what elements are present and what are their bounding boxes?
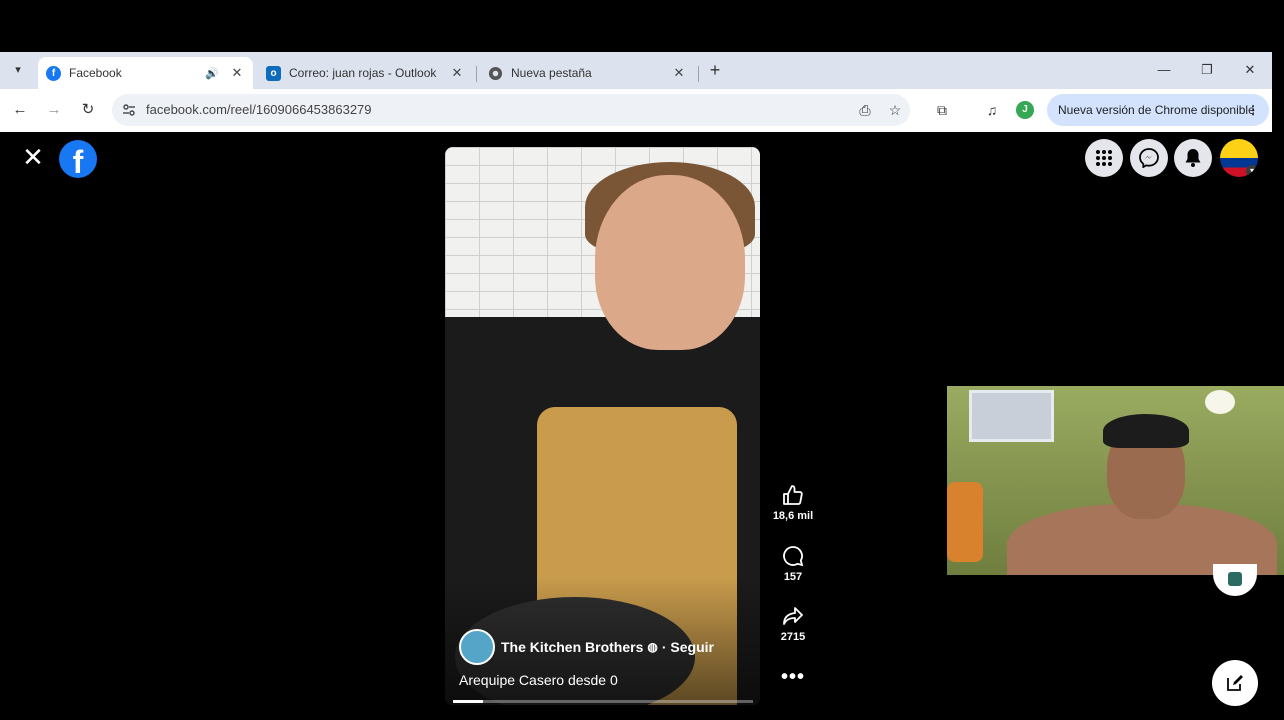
tab-search-button[interactable]: ▾ [8,60,28,80]
new-message-button[interactable] [1212,660,1258,706]
chrome-update-button[interactable]: Nueva versión de Chrome disponible ⋮ [1047,94,1269,126]
like-button[interactable]: 18,6 mil [770,482,816,522]
author-name[interactable]: The Kitchen Brothers [501,639,643,655]
browser-toolbar: ← → ↻ facebook.com/reel/1609066453863279… [0,89,1272,132]
webcam-orange-object [947,482,983,562]
tab-separator [476,66,477,82]
thumbs-up-icon [770,482,816,508]
media-controls-icon[interactable]: ♫ [983,101,1001,119]
bookmark-star-icon[interactable]: ☆ [887,102,903,118]
reel-caption: Arequipe Casero desde 0 [459,672,618,688]
notifications-bell-icon[interactable] [1174,139,1212,177]
video-person-face [595,175,745,350]
close-reel-icon[interactable]: ✕ [22,144,44,170]
new-tab-icon[interactable]: + [706,61,724,79]
comment-count: 157 [783,571,803,583]
install-app-icon[interactable]: ⎙ [857,102,873,118]
facebook-reel-page: ✕ f ▾ The Kitchen Brothers ◍ · Seguir Ar… [0,132,1284,720]
address-bar[interactable]: facebook.com/reel/1609066453863279 ⎙ ☆ [112,94,910,126]
tab-title: Nueva pestaña [511,66,592,80]
like-count: 18,6 mil [772,510,814,522]
webcam-overlay [947,386,1284,575]
tab-close-icon[interactable]: ✕ [449,65,465,81]
share-button[interactable]: 2715 [770,603,816,643]
tab-close-icon[interactable]: ✕ [671,65,687,81]
webcam-light [1205,390,1235,414]
more-options-icon[interactable]: ••• [770,666,816,689]
chrome-favicon-icon [488,66,503,81]
webcam-person-hair [1103,414,1189,448]
globe-icon: ◍ [647,640,658,654]
forward-arrow-icon[interactable]: → [45,101,63,119]
reload-icon[interactable]: ↻ [79,101,97,119]
chat-avatar-icon [1228,572,1242,586]
window-close-icon[interactable]: ✕ [1242,62,1258,78]
minimize-icon[interactable]: — [1156,62,1172,77]
back-arrow-icon[interactable]: ← [11,101,29,119]
tab-close-icon[interactable]: ✕ [229,65,245,81]
screen-top-bar [0,0,1284,52]
menu-grid-icon[interactable] [1085,139,1123,177]
contacts-chat-button[interactable] [1213,564,1257,596]
reel-video[interactable]: The Kitchen Brothers ◍ · Seguir Arequipe… [445,147,760,705]
restore-icon[interactable]: ❐ [1199,62,1215,78]
profile-avatar[interactable]: J [1016,101,1034,119]
facebook-favicon-icon: f [46,65,61,81]
menu-dots-icon[interactable]: ⋮ [1247,94,1259,126]
tab-title: Facebook [69,66,122,80]
tab-separator [698,66,699,82]
chevron-down-icon: ▾ [1246,165,1258,177]
webcam-cabinet [969,390,1054,442]
tab-facebook[interactable]: f Facebook 🔊 ✕ [38,57,253,89]
audio-playing-icon[interactable]: 🔊 [205,67,219,80]
comment-button[interactable]: 157 [770,543,816,583]
site-info-icon[interactable] [122,103,136,117]
messenger-icon[interactable] [1130,139,1168,177]
url-text[interactable]: facebook.com/reel/1609066453863279 [146,102,372,117]
reel-author[interactable]: The Kitchen Brothers ◍ · Seguir [459,629,714,665]
tab-outlook[interactable]: o Correo: juan rojas - Outlook ✕ [258,57,473,89]
follow-button[interactable]: · Seguir [662,639,714,655]
tab-strip: ▾ f Facebook 🔊 ✕ o Correo: juan rojas - … [0,52,1272,89]
author-avatar[interactable] [459,629,495,665]
compose-icon [1227,675,1243,691]
account-avatar[interactable]: ▾ [1220,139,1258,177]
tab-new-tab[interactable]: Nueva pestaña ✕ [480,57,695,89]
tab-title: Correo: juan rojas - Outlook [289,66,437,80]
video-progress-bar[interactable] [453,700,753,703]
browser-window-frame: ▾ f Facebook 🔊 ✕ o Correo: juan rojas - … [0,52,1272,132]
video-progress-fill [453,700,483,703]
share-count: 2715 [780,631,806,643]
share-arrow-icon [770,603,816,629]
update-label: Nueva versión de Chrome disponible [1058,103,1255,117]
facebook-logo-icon[interactable]: f [59,140,97,178]
comment-bubble-icon [770,543,816,569]
outlook-favicon-icon: o [266,65,281,81]
extensions-icon[interactable]: ⧉ [933,101,951,119]
